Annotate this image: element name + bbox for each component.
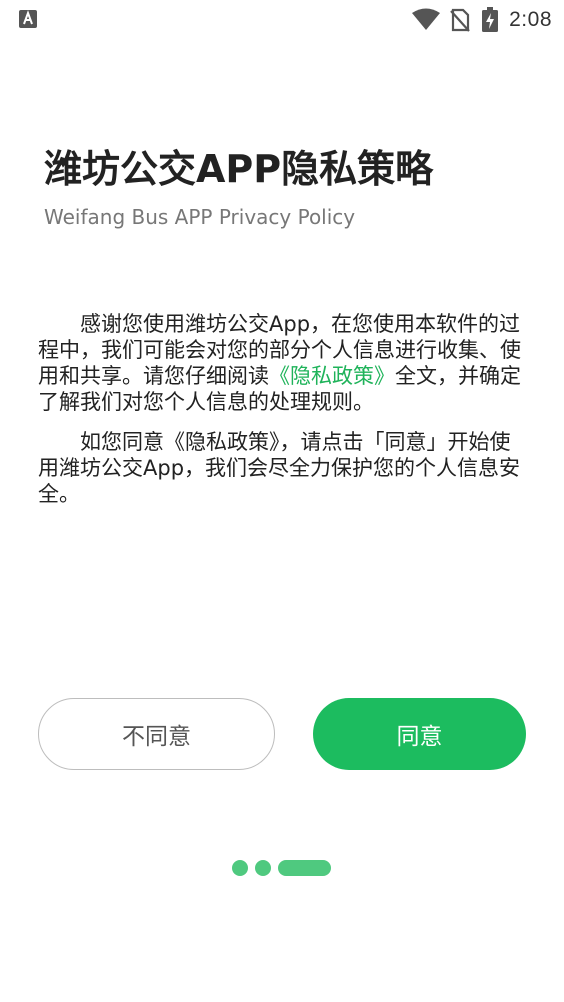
page-title: 潍坊公交APP隐私策略 (44, 147, 434, 191)
disagree-button[interactable]: 不同意 (38, 698, 275, 770)
status-bar: 2:08 (0, 0, 564, 40)
page-indicator (232, 860, 331, 876)
privacy-paragraph-1: 感谢您使用潍坊公交App，在您使用本软件的过程中，我们可能会对您的部分个人信息进… (38, 311, 526, 415)
privacy-paragraph-2: 如您同意《隐私政策》，请点击「同意」开始使用潍坊公交App，我们会尽全力保护您的… (38, 430, 521, 506)
page-indicator-dot-active (278, 860, 331, 876)
page-subtitle: Weifang Bus APP Privacy Policy (44, 205, 356, 229)
status-icons: 2:08 (411, 0, 552, 40)
privacy-summary: 感谢您使用潍坊公交App，在您使用本软件的过程中，我们可能会对您的部分个人信息进… (38, 311, 526, 521)
status-time: 2:08 (509, 8, 552, 31)
battery-charging-icon (481, 7, 499, 33)
no-sim-icon (449, 8, 471, 32)
privacy-policy-link[interactable]: 《隐私政策》 (269, 364, 395, 388)
app-notification-icon (18, 9, 38, 29)
agree-button[interactable]: 同意 (313, 698, 526, 770)
page-indicator-dot (255, 860, 271, 876)
wifi-icon (411, 8, 441, 32)
page-indicator-dot (232, 860, 248, 876)
